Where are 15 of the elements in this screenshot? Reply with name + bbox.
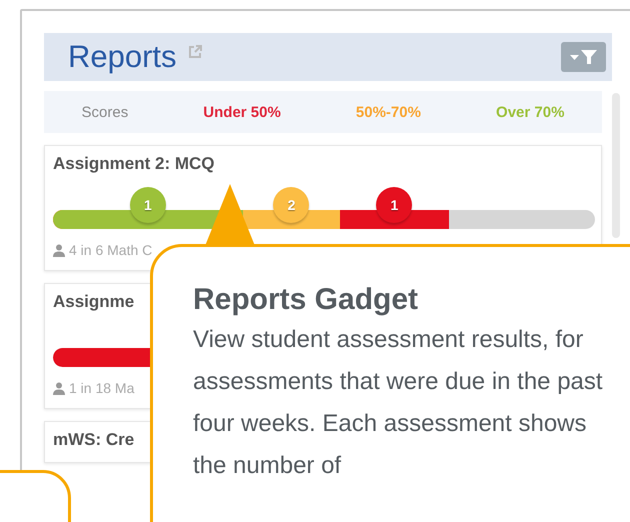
callout-title: Reports Gadget xyxy=(193,283,420,317)
legend-label: Over 70% xyxy=(496,104,564,120)
student-count-text: 4 in 6 Math C xyxy=(69,242,152,258)
count-badge: 1 xyxy=(130,187,166,223)
assessment-title: Assignment 2: MCQ xyxy=(53,154,215,174)
legend-label: Scores xyxy=(82,104,128,120)
assessment-title: mWS: Cre xyxy=(53,430,134,450)
student-count-text: 1 in 18 Ma xyxy=(69,380,134,396)
count-badge: 1 xyxy=(376,187,412,223)
legend-label: Under 50% xyxy=(203,104,281,120)
count-badge: 2 xyxy=(273,187,310,223)
panel-title: Reports xyxy=(68,39,177,75)
legend-label: 50%-70% xyxy=(356,104,421,120)
assessment-title: Assignme xyxy=(53,292,134,312)
callout-text: View student assessment results, for assessments that were due in the past four weeks. Each assessment shows the number of xyxy=(193,325,604,481)
